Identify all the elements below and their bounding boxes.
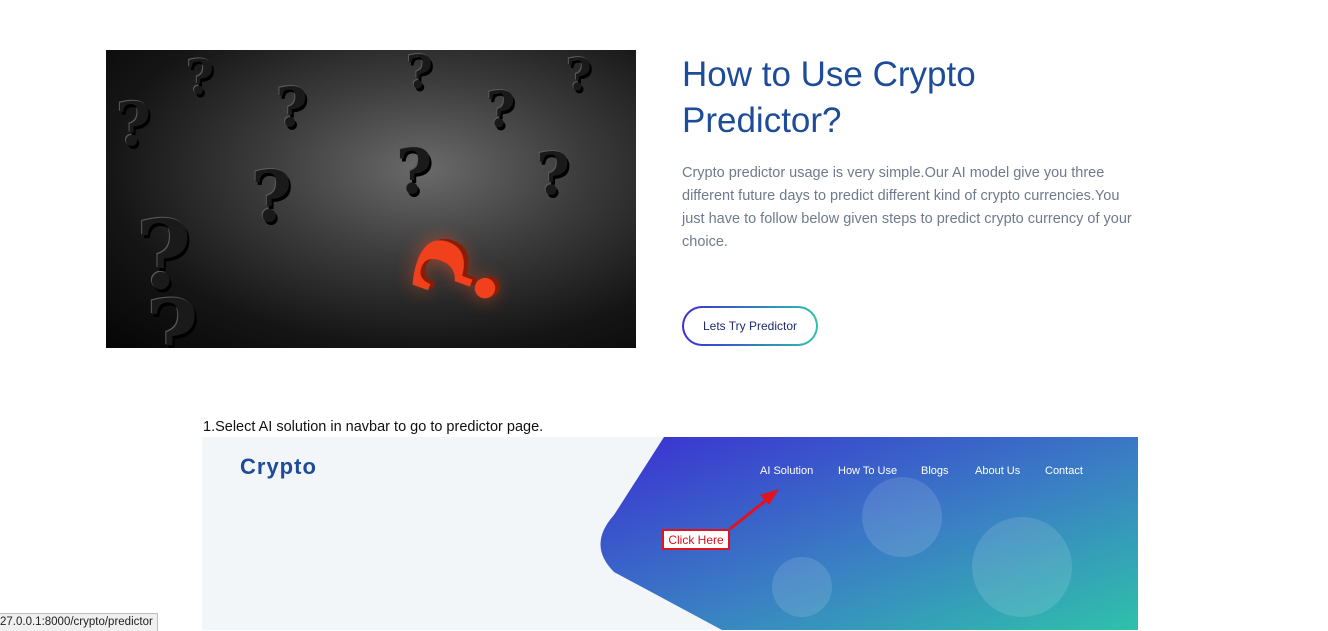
question-mark-shape: ? — [276, 75, 308, 139]
try-predictor-button[interactable]: Lets Try Predictor — [682, 306, 818, 346]
click-here-callout: Click Here — [662, 529, 730, 550]
question-mark-shape: ? — [406, 50, 433, 99]
question-marks-image: ? ? ? ? ? ? ? ? ? ? ? ? — [106, 50, 636, 348]
question-mark-shape: ? — [536, 140, 570, 208]
question-mark-shape: ? — [146, 280, 199, 348]
question-mark-shape: ? — [396, 135, 433, 208]
navbar-screenshot: Crypto AI Solution How To Use Blogs Abou… — [202, 437, 1138, 630]
intro-description: Crypto predictor usage is very simple.Ou… — [682, 165, 1132, 250]
red-question-mark-shape: ? — [386, 222, 530, 327]
browser-status-bar: 27.0.0.1:8000/crypto/predictor — [0, 613, 158, 631]
step-text: 1.Select AI solution in navbar to go to … — [203, 419, 544, 435]
page-title: How to Use Crypto Predictor? — [682, 55, 976, 140]
question-mark-shape: ? — [186, 50, 215, 106]
question-mark-shape: ? — [486, 80, 516, 139]
question-mark-shape: ? — [116, 90, 152, 160]
question-mark-shape: ? — [251, 155, 293, 238]
question-mark-shape: ? — [566, 50, 592, 101]
